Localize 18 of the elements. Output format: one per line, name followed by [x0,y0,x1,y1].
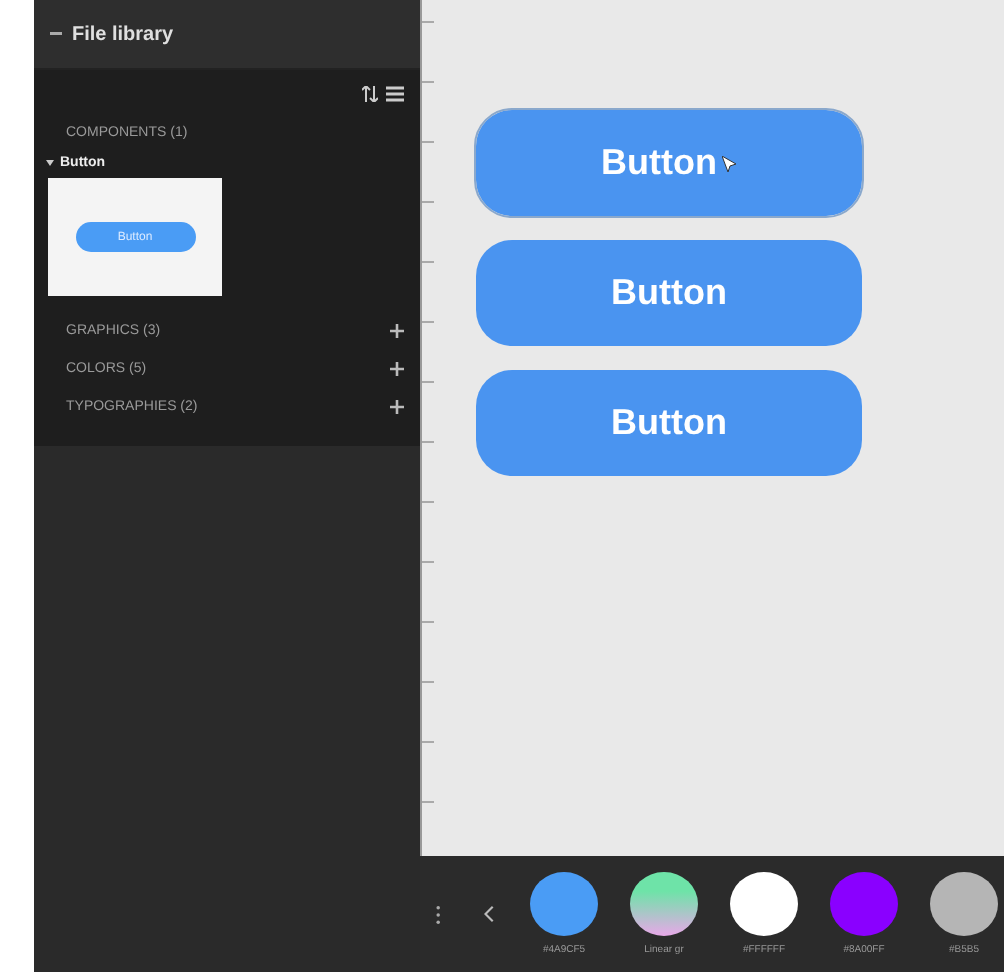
more-icon[interactable] [436,901,441,927]
color-swatch[interactable] [830,872,898,936]
expand-icon[interactable] [46,160,54,166]
color-swatch[interactable] [630,872,698,936]
add-icon[interactable] [390,400,404,414]
canvas-button[interactable]: Button [476,110,862,216]
panel-title: File library [72,23,174,45]
add-icon[interactable] [390,362,404,376]
sort-icon[interactable] [362,86,378,102]
color-swatch[interactable] [730,872,798,936]
back-icon[interactable] [484,902,496,926]
list-view-icon[interactable] [386,86,404,102]
add-icon[interactable] [390,324,404,338]
color-swatch[interactable] [930,872,998,936]
color-swatch[interactable] [530,872,598,936]
cursor-icon [722,155,737,171]
canvas-button[interactable]: Button [476,370,862,476]
canvas-button[interactable]: Button [476,240,862,346]
